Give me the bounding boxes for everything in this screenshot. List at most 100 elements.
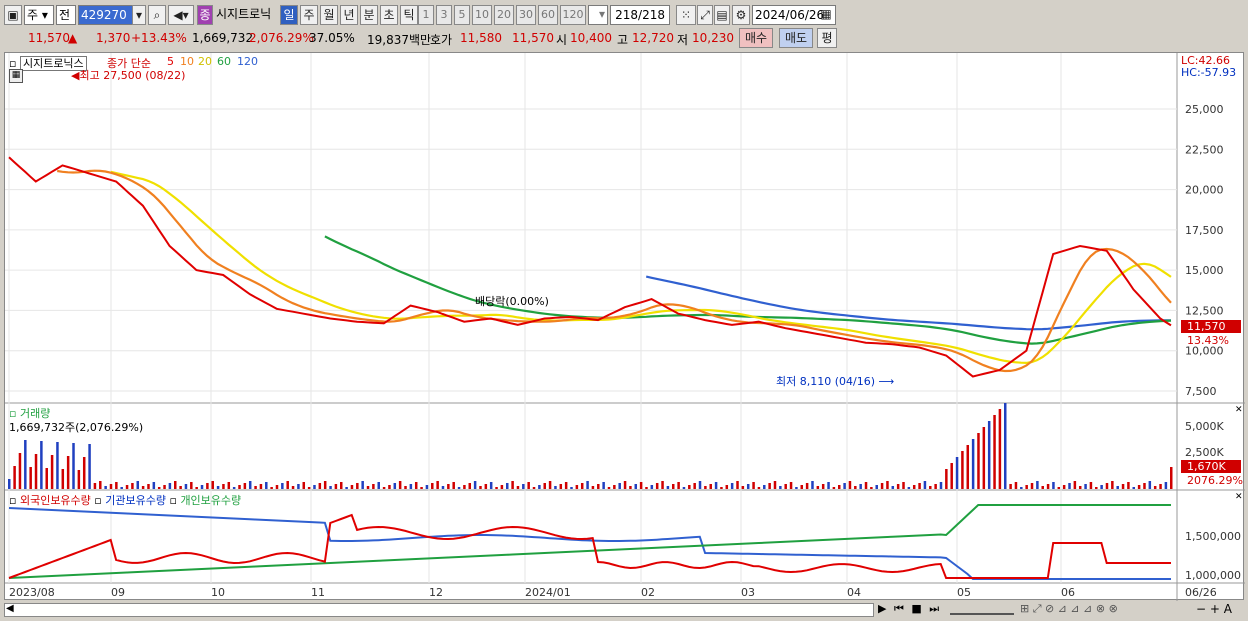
volume-bar bbox=[125, 485, 129, 489]
individual-holding-label: 개인보유수량 bbox=[180, 494, 242, 507]
volume-bar bbox=[313, 485, 316, 489]
volume-bar bbox=[152, 482, 156, 489]
zoom-slider[interactable] bbox=[950, 603, 1014, 615]
volume-bar bbox=[56, 442, 59, 489]
gear-icon[interactable]: ⚙ bbox=[732, 5, 750, 25]
num-5[interactable]: 5 bbox=[454, 5, 470, 25]
num-10[interactable]: 10 bbox=[472, 5, 492, 25]
market-select[interactable]: 주 ▾ bbox=[24, 5, 54, 25]
search-icon[interactable]: ⌕ bbox=[148, 5, 166, 25]
volume-bar bbox=[163, 485, 166, 489]
chevron-down-icon[interactable]: ▾ bbox=[594, 5, 608, 25]
volume-bar bbox=[880, 483, 884, 489]
price-tag: 11,570 bbox=[1181, 320, 1241, 333]
playback-controls[interactable]: ▶ ⏮ ■ ⏭ bbox=[878, 602, 941, 616]
period-tick[interactable]: 틱 bbox=[400, 5, 418, 25]
num-60[interactable]: 60 bbox=[538, 5, 558, 25]
speaker-icon[interactable]: ◀▾ bbox=[168, 5, 194, 25]
volume-bar bbox=[248, 481, 252, 489]
volume-bar bbox=[746, 484, 750, 489]
volume-bar bbox=[896, 484, 900, 489]
volume-bar bbox=[157, 487, 161, 489]
period-week[interactable]: 주 bbox=[300, 5, 318, 25]
volume-bar bbox=[554, 486, 557, 489]
volume-bar bbox=[677, 482, 680, 489]
volume-bar bbox=[1105, 483, 1109, 489]
num-1[interactable]: 1 bbox=[418, 5, 434, 25]
volume-bar bbox=[736, 481, 739, 489]
volume-bar bbox=[1132, 487, 1136, 489]
period-day[interactable]: 일 bbox=[280, 5, 298, 25]
holding-lines bbox=[8, 504, 1171, 580]
volume-bar bbox=[372, 484, 375, 489]
volume-bar bbox=[907, 487, 911, 489]
eval-button[interactable]: 평 bbox=[817, 28, 837, 48]
volume-bar bbox=[1148, 481, 1152, 489]
chart-area[interactable]: 2023/08 09 10 11 12 2024/01 02 03 04 05 06 06/26 25… bbox=[4, 52, 1245, 601]
scroll-left-icon[interactable]: ◀ bbox=[6, 603, 14, 614]
sell-button[interactable]: 매도 bbox=[779, 28, 813, 48]
volume-bar bbox=[950, 463, 953, 489]
volume-bar bbox=[912, 485, 916, 489]
close-icon[interactable]: ✕ bbox=[1235, 492, 1243, 502]
volume-bar bbox=[45, 468, 48, 489]
period-minute[interactable]: 분 bbox=[360, 5, 378, 25]
volume-bar bbox=[789, 482, 793, 489]
volume-bar bbox=[265, 482, 268, 489]
volume-bar bbox=[468, 483, 472, 489]
volume-bar bbox=[693, 483, 696, 489]
drawing-tools[interactable]: ⊞ ⤢ ⊘ ⊿ ⊿ ⊿ ⊗ ⊗ bbox=[1020, 602, 1118, 616]
volume-bar bbox=[238, 485, 241, 489]
period-year[interactable]: 년 bbox=[340, 5, 358, 25]
save-icon[interactable]: ▤ bbox=[714, 5, 730, 25]
volume-bar bbox=[575, 485, 579, 489]
num-3[interactable]: 3 bbox=[436, 5, 452, 25]
num-30[interactable]: 30 bbox=[516, 5, 536, 25]
volume-bar bbox=[634, 484, 638, 489]
volume-bar bbox=[1025, 485, 1028, 489]
volume-bar bbox=[773, 481, 777, 489]
volume-bar bbox=[527, 482, 530, 489]
volume-bar bbox=[1111, 481, 1114, 489]
volume-bar bbox=[361, 481, 364, 489]
volume-bar bbox=[222, 484, 225, 489]
calendar-icon[interactable]: ▦ bbox=[818, 5, 834, 25]
type-select[interactable]: 전 bbox=[56, 5, 76, 25]
chevron-down-icon[interactable]: ▾ bbox=[132, 5, 146, 25]
trade-amount: 19,837백만 bbox=[367, 33, 432, 47]
price-tag-pct: 13.43% bbox=[1187, 334, 1229, 347]
volume-bar bbox=[843, 483, 846, 489]
volume-bar bbox=[275, 485, 279, 489]
buy-button[interactable]: 매수 bbox=[739, 28, 773, 48]
volume-bar bbox=[1052, 482, 1055, 489]
period-second[interactable]: 초 bbox=[380, 5, 398, 25]
volume-bar bbox=[971, 439, 975, 489]
volume-bar bbox=[120, 487, 123, 489]
volume-bar bbox=[821, 484, 825, 489]
holding-axis-label: 1,500,000 bbox=[1185, 530, 1241, 543]
table-icon[interactable]: ▦ bbox=[9, 69, 23, 83]
volume-bar bbox=[763, 485, 766, 489]
volume-bar bbox=[457, 487, 461, 489]
volume-bar bbox=[548, 481, 552, 489]
draw-icon[interactable]: ⤢ bbox=[697, 5, 713, 25]
volume-bar bbox=[8, 479, 11, 489]
period-month[interactable]: 월 bbox=[320, 5, 338, 25]
grid-icon[interactable]: ⁙ bbox=[676, 5, 696, 25]
num-120[interactable]: 120 bbox=[560, 5, 586, 25]
num-20[interactable]: 20 bbox=[494, 5, 514, 25]
x-axis-label: 05 bbox=[957, 586, 971, 599]
scroll-track[interactable] bbox=[4, 603, 874, 617]
zoom-controls[interactable]: − + A bbox=[1196, 602, 1232, 616]
volume-bar bbox=[580, 483, 584, 489]
volume-bar bbox=[511, 481, 514, 489]
volume-bar bbox=[757, 487, 761, 489]
scrollbar[interactable]: ◀ ▶ ⏮ ■ ⏭ ⊞ ⤢ ⊘ ⊿ ⊿ ⊿ ⊗ ⊗ − + A bbox=[0, 601, 1248, 621]
foreign-holding-label: 외국인보유수량 bbox=[19, 494, 91, 507]
volume-bar bbox=[672, 484, 675, 489]
window-icon[interactable]: ▣ bbox=[4, 5, 22, 25]
price-axis-label: 20,000 bbox=[1185, 184, 1224, 197]
volume-bar bbox=[666, 486, 670, 489]
close-icon[interactable]: ✕ bbox=[1235, 405, 1243, 415]
chart-svg: 2023/08 09 10 11 12 2024/01 02 03 04 05 06 06/26 25… bbox=[5, 53, 1245, 601]
